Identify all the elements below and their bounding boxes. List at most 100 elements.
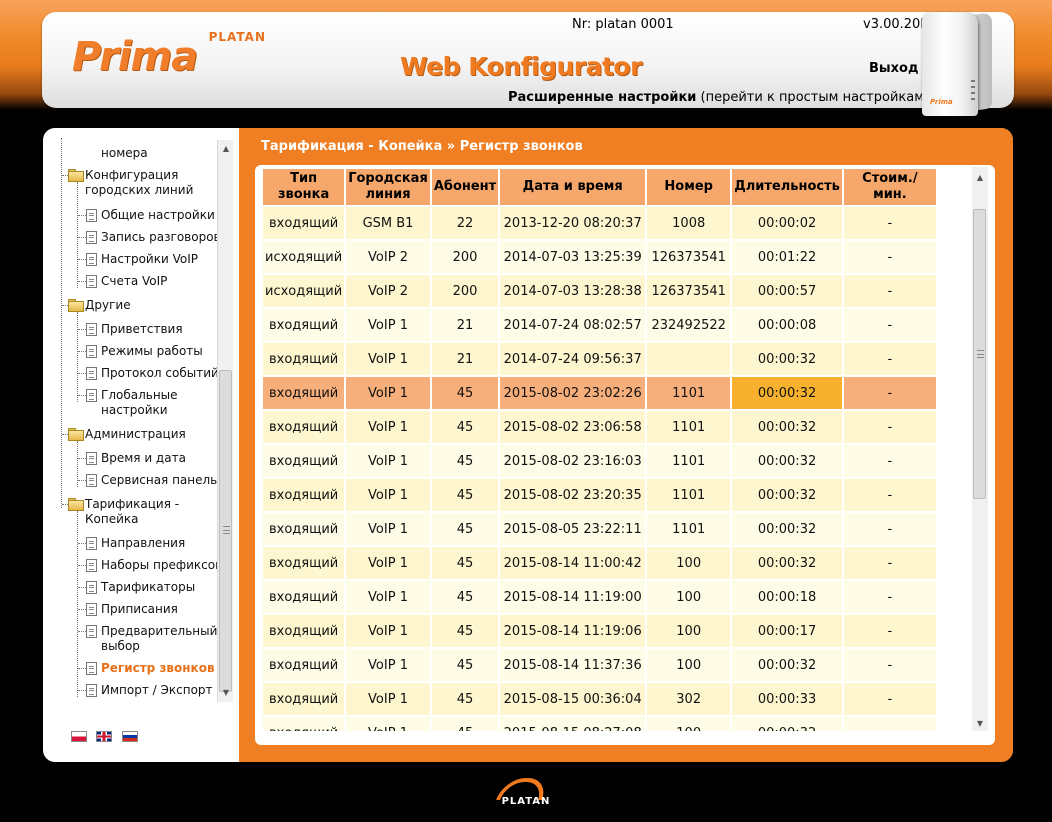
table-row[interactable]: входящий VoIP 1 45 2015-08-02 23:02:26 1101 0… <box>263 377 936 409</box>
table-row[interactable]: входящий VoIP 1 45 2015-08-14 11:19:00 100 00… <box>263 581 936 613</box>
table-row[interactable]: входящий VoIP 1 45 2015-08-05 23:22:11 1101 0… <box>263 513 936 545</box>
table-row[interactable]: входящий VoIP 1 45 2015-08-02 23:20:35 1101 0… <box>263 479 936 511</box>
sidebar-item-время-и-дата[interactable]: Время и дата <box>101 451 186 466</box>
table-row[interactable]: входящий VoIP 1 45 2015-08-14 11:19:06 100 00… <box>263 615 936 647</box>
sidebar-item-глобальные-настройки[interactable]: Глобальные настройки <box>101 388 178 418</box>
col-header-subscriber[interactable]: Абонент <box>431 169 499 205</box>
call-register-table: Тип звонка Городская линия Абонент Дата и … <box>261 167 938 731</box>
table-row[interactable]: входящийVoIP 1452015-08-15 08:27:0810000… <box>263 717 936 731</box>
col-header-duration[interactable]: Длительность <box>732 169 842 205</box>
sidebar-item-импорт-экспорт[interactable]: Импорт / Экспорт <box>101 683 213 698</box>
sidebar-item-label: Счета VoIP <box>101 274 168 288</box>
sidebar-item-общие-настройки[interactable]: Общие настройки <box>101 208 215 223</box>
table-row[interactable]: входящий VoIP 1 45 2015-08-02 23:06:58 1101 0… <box>263 411 936 443</box>
table-row[interactable]: входящий GSM B1 22 2013-12-20 08:20:37 1008 0… <box>263 207 936 239</box>
sidebar-item-другие[interactable]: Другие <box>85 298 131 313</box>
cell-datetime: 2015-08-05 23:22:11 <box>500 513 646 545</box>
document-icon <box>86 684 97 697</box>
tree-connector <box>78 458 86 459</box>
device-leds <box>971 80 977 110</box>
sidebar-item-label[interactable]: номера <box>101 146 148 161</box>
cell-datetime: 2015-08-02 23:16:03 <box>500 445 646 477</box>
sidebar-item-конфигурация-городских-линий[interactable]: Конфигурация городских линий <box>85 168 193 198</box>
sidebar-item-настройки-voip[interactable]: Настройки VoIP <box>101 252 198 267</box>
table-row[interactable]: входящий VoIP 1 21 2014-07-24 09:56:37 00:00… <box>263 343 936 375</box>
cell-duration: 00:00:32 <box>732 411 842 443</box>
cell-cost: - <box>843 649 936 681</box>
flag-gb-icon[interactable] <box>96 731 112 742</box>
col-header-line[interactable]: Городская линия <box>346 169 430 205</box>
sidebar-item-протокол-событий[interactable]: Протокол событий <box>101 366 219 381</box>
table-row[interactable]: входящий VoIP 1 45 2015-08-14 11:37:36 100 00… <box>263 649 936 681</box>
sidebar-item-сервисная-панель[interactable]: Сервисная панель <box>101 473 217 488</box>
table-row[interactable]: входящий VoIP 1 45 2015-08-14 11:00:42 100 00… <box>263 547 936 579</box>
sidebar-item-счета-voip[interactable]: Счета VoIP <box>101 274 167 289</box>
cell-type: входящий <box>263 343 345 375</box>
sidebar-item-приписания[interactable]: Приписания <box>101 602 178 617</box>
cell-line: VoIP 1 <box>346 377 430 409</box>
cell-subscriber: 45 <box>431 683 499 715</box>
cell-number: 100 <box>647 717 731 731</box>
cell-number: 100 <box>647 615 731 647</box>
sidebar-item-направления[interactable]: Направления <box>101 536 185 551</box>
document-icon <box>86 625 97 638</box>
table-scroll-down-icon[interactable]: ▼ <box>975 719 985 729</box>
cell-cost: - <box>843 513 936 545</box>
document-icon <box>86 389 97 402</box>
sidebar-item-регистр-звонков[interactable]: Регистр звонков <box>101 661 215 676</box>
cell-subscriber: 45 <box>431 479 499 511</box>
cell-number: 1101 <box>647 411 731 443</box>
sidebar-item-label: Конфигурация <box>85 168 179 182</box>
table-row[interactable]: входящий VoIP 1 45 2015-08-15 00:36:04 302 00… <box>263 683 936 715</box>
col-header-number[interactable]: Номер <box>647 169 731 205</box>
table-row[interactable]: исходящий VoIP 2 200 2014-07-03 13:25:39 126… <box>263 241 936 273</box>
col-header-type[interactable]: Тип звонка <box>263 169 345 205</box>
cell-type: входящий <box>263 513 345 545</box>
sidebar-item-наборы-префиксов[interactable]: Наборы префиксов <box>101 558 222 573</box>
table-row[interactable]: входящий VoIP 1 21 2014-07-24 08:02:57 23249… <box>263 309 936 341</box>
sidebar-item-предварительный-выбор[interactable]: Предварительный выбор <box>101 624 217 654</box>
cell-line: VoIP 2 <box>346 275 430 307</box>
prima-logo: PLATAN Prima <box>72 30 272 80</box>
col-header-datetime[interactable]: Дата и время <box>500 169 646 205</box>
scroll-up-icon[interactable]: ▲ <box>221 144 231 154</box>
table-row[interactable]: исходящий VoIP 2 200 2014-07-03 13:28:38 126… <box>263 275 936 307</box>
document-icon <box>86 581 97 594</box>
cell-duration: 00:00:32 <box>732 445 842 477</box>
table-row[interactable]: входящий VoIP 1 45 2015-08-02 23:16:03 1101 0… <box>263 445 936 477</box>
sidebar-item-приветствия[interactable]: Приветствия <box>101 322 183 337</box>
cell-subscriber: 21 <box>431 343 499 375</box>
document-icon <box>86 559 97 572</box>
sidebar-scrollbar[interactable]: ▲ ▼ <box>217 140 233 702</box>
col-header-cost[interactable]: Стоим./мин. <box>843 169 936 205</box>
simple-mode-link[interactable]: (перейти к простым настройкам) <box>701 90 930 105</box>
sidebar-item-режимы-работы[interactable]: Режимы работы <box>101 344 203 359</box>
cell-type: входящий <box>263 309 345 341</box>
flag-pl-icon[interactable] <box>71 731 87 742</box>
table-scroll-up-icon[interactable]: ▲ <box>975 173 985 183</box>
cell-type: исходящий <box>263 275 345 307</box>
cell-duration: 00:00:32 <box>732 377 842 409</box>
sidebar-item-label: Общие настройки <box>101 208 215 222</box>
cell-cost: - <box>843 615 936 647</box>
folder-open-icon <box>68 498 84 511</box>
call-register-viewport: Тип звонка Городская линия Абонент Дата и … <box>261 167 971 731</box>
scroll-down-icon[interactable]: ▼ <box>221 688 231 698</box>
flag-ru-icon[interactable] <box>122 731 138 742</box>
cell-datetime: 2014-07-03 13:28:38 <box>500 275 646 307</box>
sidebar-item-label: Глобальные <box>101 388 178 402</box>
tree-connector <box>78 609 86 610</box>
sidebar-item-администрация[interactable]: Администрация <box>85 427 186 442</box>
sidebar-item-тарификация-копейка[interactable]: Тарификация - Копейка <box>85 497 179 527</box>
cell-type: входящий <box>263 445 345 477</box>
sidebar-item-label: Тарификация - <box>85 497 180 511</box>
cell-datetime: 2015-08-02 23:06:58 <box>500 411 646 443</box>
cell-number: 232492522 <box>647 309 731 341</box>
sidebar-item-запись-разговоров[interactable]: Запись разговоров <box>101 230 221 245</box>
sidebar-scroll-thumb[interactable] <box>219 370 232 692</box>
logout-link[interactable]: Выход <box>869 61 918 76</box>
table-scrollbar[interactable]: ▲ ▼ <box>972 167 988 731</box>
sidebar-item-тарификаторы[interactable]: Тарификаторы <box>101 580 195 595</box>
table-scroll-thumb[interactable] <box>973 209 986 499</box>
cell-datetime: 2014-07-24 08:02:57 <box>500 309 646 341</box>
